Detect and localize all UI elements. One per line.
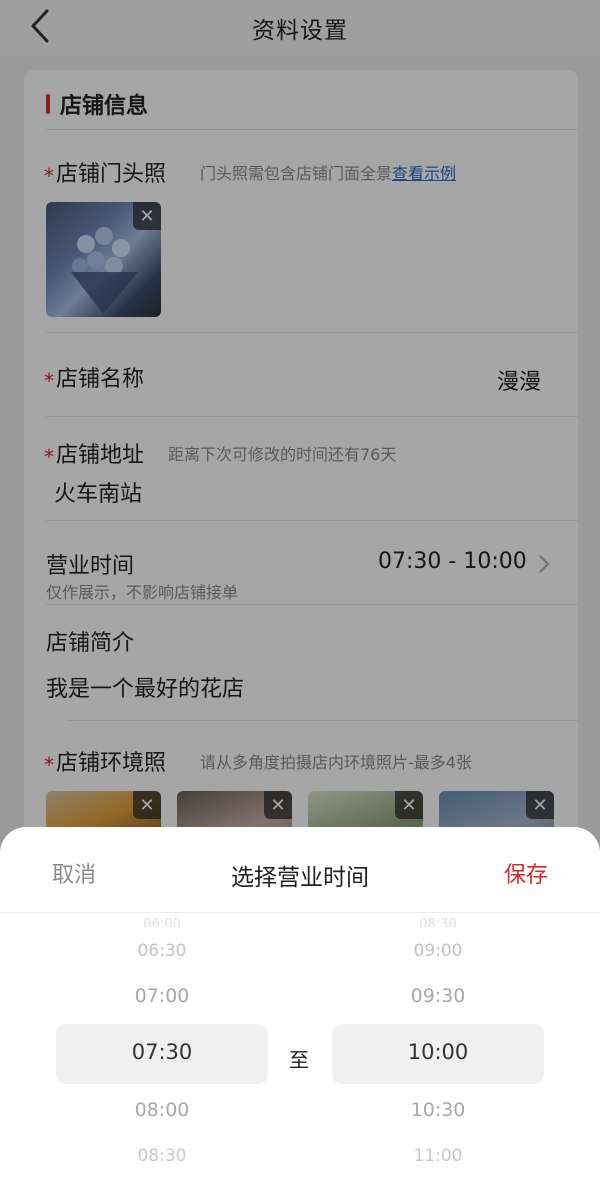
wheel-option[interactable]: 10:30 [332,1099,544,1121]
wheel-option[interactable]: 07:00 [56,985,268,1007]
wheel-option[interactable]: 09:30 [332,985,544,1007]
end-time-wheel[interactable]: 08:30 09:00 09:30 10:00 10:30 11:00 [332,913,544,1201]
save-button[interactable]: 保存 [504,857,548,889]
wheel-option[interactable]: 11:00 [332,1146,544,1166]
wheel-option[interactable]: 08:30 [56,1146,268,1166]
wheel-option[interactable]: 08:00 [56,1099,268,1121]
start-time-wheel[interactable]: 06:00 06:30 07:00 07:30 08:00 08:30 [56,913,268,1201]
wheel-option[interactable]: 09:00 [332,941,544,961]
wheel-option-selected[interactable]: 10:00 [332,1040,544,1064]
time-picker-sheet: 取消 选择营业时间 保存 06:00 06:30 07:00 07:30 08:… [0,827,600,1201]
sheet-header: 取消 选择营业时间 保存 [0,827,600,913]
wheel-option[interactable]: 08:30 [332,917,544,927]
range-separator: 至 [289,1048,309,1072]
wheel-option[interactable]: 06:30 [56,941,268,961]
wheel-option-selected[interactable]: 07:30 [56,1040,268,1064]
wheel-option[interactable]: 06:00 [56,917,268,927]
